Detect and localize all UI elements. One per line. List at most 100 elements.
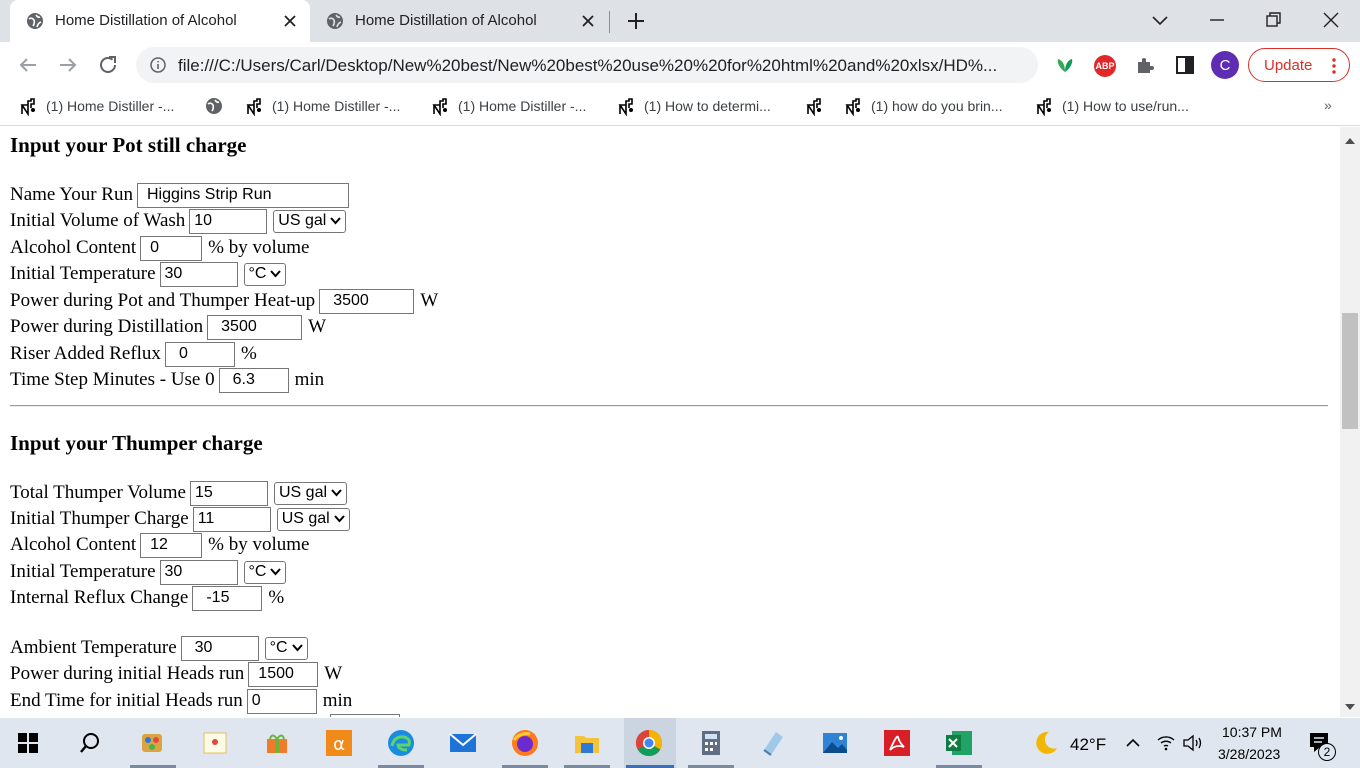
restore-icon[interactable] [1261, 8, 1285, 32]
address-bar[interactable]: file:///C:/Users/Carl/Desktop/New%20best… [136, 47, 1038, 83]
maps-app-icon[interactable] [200, 728, 230, 758]
adblock-plus-icon[interactable]: ABP [1094, 55, 1116, 77]
pot-alcohol-label: Alcohol Content [10, 237, 137, 258]
bookmark-label: (1) How to determi... [644, 98, 771, 114]
firefox-icon[interactable] [510, 728, 540, 758]
bookmark-item[interactable]: (1) How to determi... [616, 96, 771, 116]
forward-icon[interactable] [56, 53, 80, 77]
tab-home-distillation-2[interactable]: Home Distillation of Alcohol [310, 0, 608, 42]
pot-alcohol-row: Alcohol Content 0 % by volume [10, 235, 309, 261]
riser-reflux-unit: % [240, 343, 257, 364]
wifi-icon[interactable] [1156, 733, 1176, 753]
clock-date[interactable]: 3/28/2023 [1218, 746, 1280, 762]
scroll-up-icon[interactable] [1345, 137, 1355, 145]
heads-end-unit: min [322, 690, 353, 711]
scroll-down-icon[interactable] [1345, 703, 1355, 711]
time-step-input[interactable]: 6.3 [218, 367, 289, 393]
close-tab-icon[interactable] [282, 13, 298, 29]
thumper-reflux-input[interactable]: -15 [192, 585, 263, 611]
paint-app-icon[interactable] [138, 728, 168, 758]
thumper-charge-unit-select[interactable]: US gal [276, 507, 350, 531]
edge-browser-icon[interactable] [386, 728, 416, 758]
update-button[interactable]: Update [1248, 48, 1350, 82]
thumper-volume-input[interactable]: 15 [190, 480, 268, 506]
thumper-temp-unit-select[interactable]: °C [243, 560, 287, 584]
mail-app-icon[interactable] [448, 728, 478, 758]
chevron-down-icon [331, 489, 342, 497]
chevron-up-icon[interactable] [1124, 734, 1142, 752]
profile-avatar[interactable]: C [1211, 51, 1239, 79]
notepad-icon[interactable] [758, 728, 788, 758]
close-window-icon[interactable] [1319, 8, 1343, 32]
info-icon[interactable] [150, 57, 166, 73]
notification-count-badge: 2 [1318, 743, 1336, 761]
thumper-volume-unit-select[interactable]: US gal [274, 481, 348, 505]
thumper-reflux-label: Internal Reflux Change [10, 587, 189, 608]
photos-app-icon[interactable] [820, 728, 850, 758]
scrollbar-thumb[interactable] [1342, 313, 1358, 429]
thumper-alcohol-input[interactable]: 12 [140, 532, 203, 558]
pot-temp-unit-select[interactable]: °C [243, 262, 287, 286]
heatup-power-input[interactable]: 3500 [319, 288, 415, 314]
heads-end-row: End Time for initial Heads run 0 min [10, 688, 352, 714]
bookmark-item[interactable] [204, 96, 232, 116]
extensions-puzzle-icon[interactable] [1134, 54, 1156, 76]
chevron-down-icon [270, 568, 282, 576]
bookmark-item[interactable]: (1) how do you brin... [843, 96, 1003, 116]
riser-reflux-input[interactable]: 0 [164, 341, 235, 367]
pot-temp-input[interactable]: 30 [159, 261, 238, 287]
tab-strip: Home Distillation of Alcohol Home Distil… [0, 0, 1360, 42]
chevron-down-icon [291, 644, 303, 652]
partial-next-input[interactable] [330, 714, 400, 717]
bookmark-item[interactable]: (1) Home Distiller -... [244, 96, 400, 116]
side-panel-icon[interactable] [1174, 54, 1196, 76]
selected-unit: US gal [279, 484, 328, 501]
thumper-temp-input[interactable]: 30 [159, 559, 238, 585]
run-name-input[interactable]: Higgins Strip Run [136, 182, 349, 208]
excel-icon[interactable] [944, 728, 974, 758]
new-tab-icon[interactable] [625, 10, 647, 32]
wash-volume-label: Initial Volume of Wash [10, 210, 186, 231]
selected-unit: °C [248, 563, 267, 580]
alpha-app-icon[interactable]: α [324, 728, 354, 758]
minimize-icon[interactable] [1205, 8, 1229, 32]
section-divider [10, 405, 1328, 407]
acrobat-icon[interactable] [882, 728, 912, 758]
heads-end-input[interactable]: 0 [246, 688, 317, 714]
heads-power-label: Power during initial Heads run [10, 663, 245, 684]
pot-alcohol-input[interactable]: 0 [140, 235, 203, 261]
leaf-extension-icon[interactable] [1054, 54, 1076, 76]
bookmarks-overflow-icon[interactable]: » [1324, 97, 1332, 113]
ambient-temp-unit-select[interactable]: °C [264, 636, 308, 660]
file-explorer-icon[interactable] [572, 728, 602, 758]
bookmark-item[interactable]: (1) How to use/run... [1034, 96, 1189, 116]
thumper-charge-input[interactable]: 11 [192, 506, 271, 532]
bookmark-item[interactable]: (1) Home Distiller -... [430, 96, 586, 116]
clock-time[interactable]: 10:37 PM [1222, 724, 1282, 740]
gift-app-icon[interactable] [262, 728, 292, 758]
windows-start-icon[interactable] [16, 731, 40, 755]
bookmark-item[interactable]: (1) Home Distiller -... [18, 96, 174, 116]
moon-weather-icon[interactable] [1030, 728, 1060, 758]
volume-icon[interactable] [1182, 733, 1204, 753]
tab-title: Home Distillation of Alcohol [55, 12, 237, 29]
tab-home-distillation-1[interactable]: Home Distillation of Alcohol [10, 0, 310, 42]
distill-power-input[interactable]: 3500 [207, 314, 303, 340]
search-icon[interactable] [78, 731, 102, 755]
back-icon[interactable] [16, 53, 40, 77]
ambient-temp-input[interactable]: 30 [180, 635, 259, 661]
wash-volume-input[interactable]: 10 [189, 208, 268, 234]
distill-power-unit: W [308, 316, 327, 337]
reload-icon[interactable] [96, 53, 120, 77]
thumper-alcohol-label: Alcohol Content [10, 534, 137, 555]
globe-icon [206, 98, 222, 114]
weather-temperature[interactable]: 42°F [1070, 735, 1106, 755]
heads-power-input[interactable]: 1500 [248, 661, 319, 687]
bookmark-item[interactable] [804, 96, 832, 116]
wash-volume-unit-select[interactable]: US gal [273, 209, 347, 233]
chevron-down-icon [270, 270, 282, 278]
tab-search-chevron-icon[interactable] [1148, 8, 1172, 32]
close-tab-icon[interactable] [580, 13, 596, 29]
calculator-icon[interactable] [696, 728, 726, 758]
chrome-icon[interactable] [634, 728, 664, 758]
